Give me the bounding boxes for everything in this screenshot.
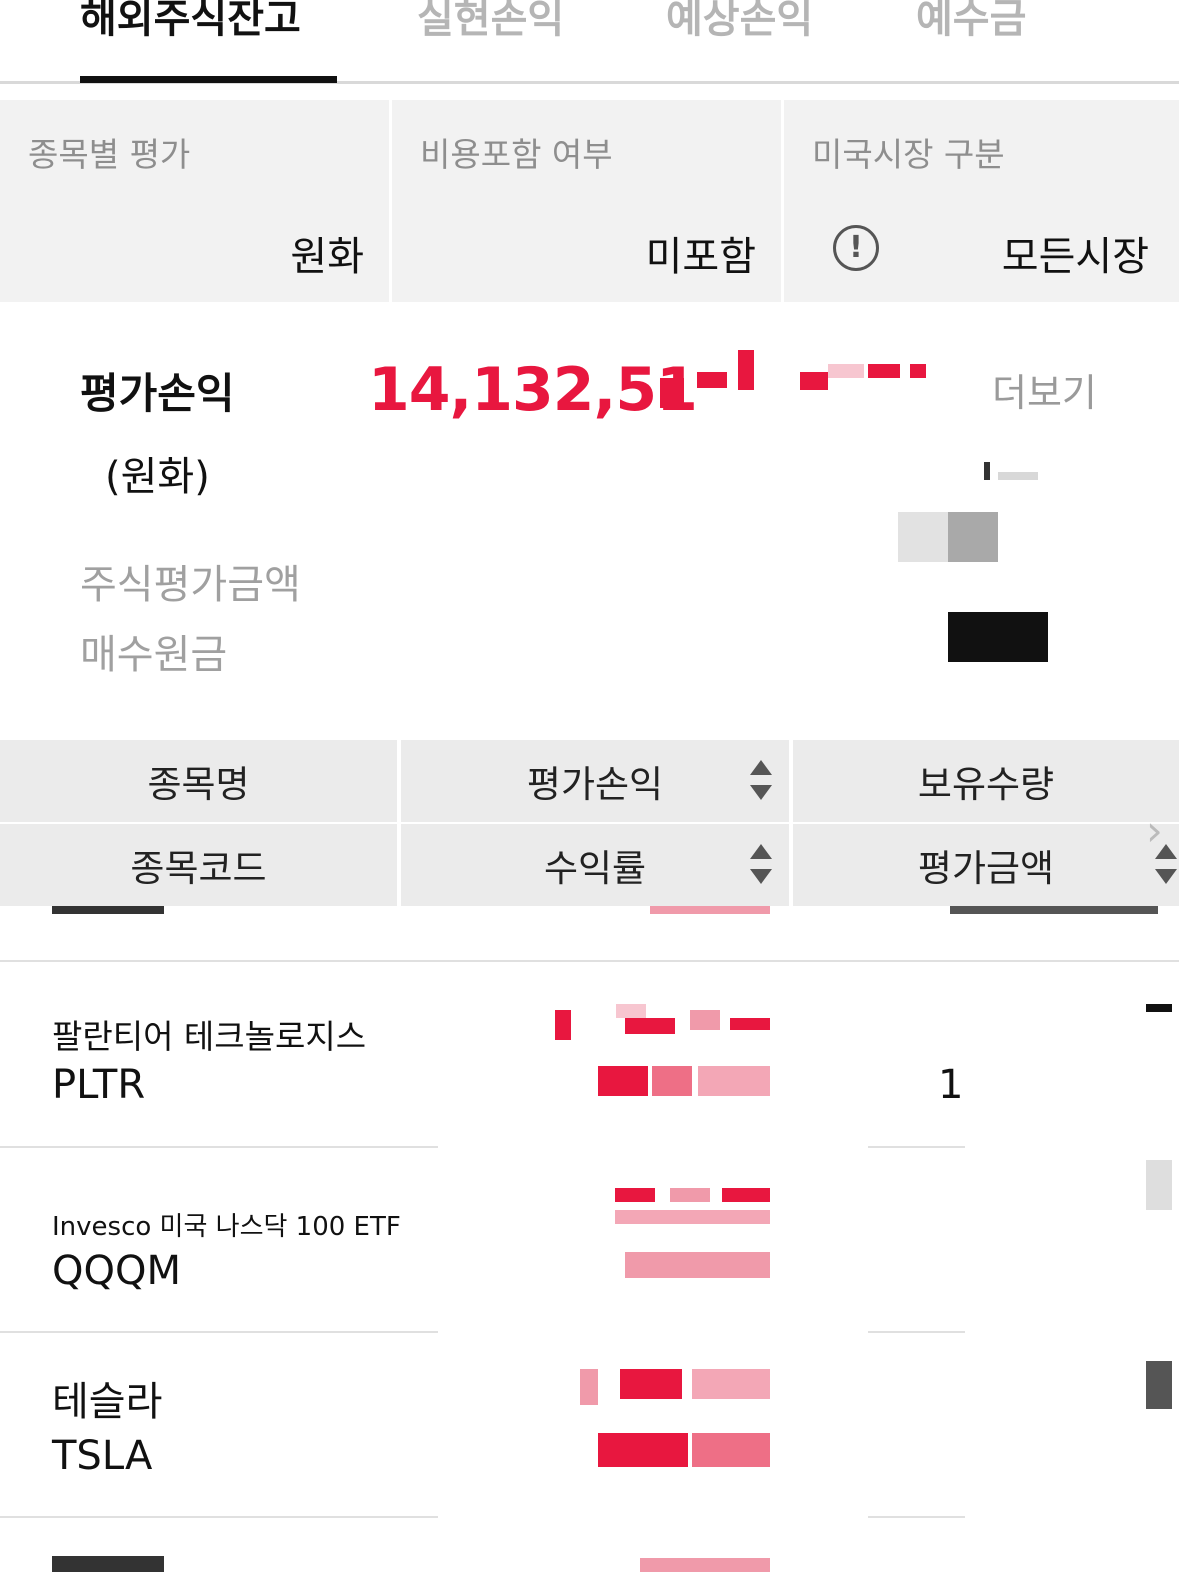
info-icon[interactable]: ! <box>833 225 879 271</box>
stock-code: TSLA <box>52 1433 153 1479</box>
redaction-block <box>948 512 998 562</box>
stock-name: Invesco 미국 나스닥 100 ETF <box>52 1212 401 1242</box>
filter-label: 종목별 평가 <box>28 135 191 174</box>
more-link[interactable]: 더보기 <box>992 362 1097 417</box>
redaction-block <box>598 1433 688 1467</box>
clipped-row-text <box>52 906 164 914</box>
us-market-filter[interactable]: 미국시장 구분 ! 모든시장 <box>784 100 1179 302</box>
tab-deposit[interactable]: 예수금 <box>916 0 1026 44</box>
redaction-block <box>670 1188 710 1202</box>
tab-bar: 해외주식잔고 실현손익 예상손익 예수금 <box>0 0 1179 84</box>
clipped-row-text <box>52 1556 164 1572</box>
valuation-currency-filter[interactable]: 종목별 평가 원화 <box>0 100 389 302</box>
tab-overseas-balance[interactable]: 해외주식잔고 <box>80 0 301 44</box>
pl-value: 14,132,51 <box>368 355 698 425</box>
redaction-block <box>800 372 828 390</box>
redaction-block <box>828 364 864 378</box>
stock-name: 팔란티어 테크놀로지스 <box>52 1017 367 1056</box>
redaction-block <box>625 1252 770 1278</box>
pl-currency-unit: (원화) <box>105 454 210 500</box>
col-header-eval-amount[interactable]: 평가금액 <box>793 824 1179 906</box>
redaction-block <box>910 364 926 378</box>
sort-icon[interactable] <box>750 760 772 800</box>
chevron-right-icon[interactable]: › <box>1146 806 1163 855</box>
redaction-block <box>722 1188 770 1202</box>
col-header-quantity: 보유수량 <box>793 740 1179 822</box>
redaction-block <box>998 472 1038 480</box>
redaction-block <box>625 1018 675 1034</box>
redaction-block <box>692 1433 770 1467</box>
redaction-block <box>1146 1361 1172 1409</box>
stock-code: PLTR <box>52 1062 146 1108</box>
filter-row: 종목별 평가 원화 비용포함 여부 미포함 미국시장 구분 ! 모든시장 <box>0 100 1179 302</box>
clipped-row-text <box>640 1558 770 1572</box>
stock-name: 테슬라 <box>52 1379 163 1425</box>
redaction-block <box>698 1066 770 1096</box>
redaction-block <box>984 462 990 480</box>
active-tab-indicator <box>80 76 337 83</box>
redaction-block <box>580 1369 598 1405</box>
col-header-eval-pl[interactable]: 평가손익 <box>401 740 789 822</box>
row-divider <box>868 1516 965 1518</box>
filter-value: 미포함 <box>645 234 756 280</box>
filter-value: 원화 <box>290 234 364 280</box>
redaction-block <box>730 1018 770 1030</box>
fee-inclusion-filter[interactable]: 비용포함 여부 미포함 <box>392 100 781 302</box>
redaction-block <box>555 1010 571 1040</box>
row-divider <box>0 1516 438 1518</box>
table-header: 종목명 평가손익 보유수량 종목코드 수익률 평가금액 <box>0 740 1179 906</box>
table-row[interactable]: 테슬라 TSLA <box>0 1333 1179 1519</box>
redaction-block <box>620 1369 682 1399</box>
col-header-return-rate[interactable]: 수익률 <box>401 824 789 906</box>
stock-valuation-label: 주식평가금액 <box>80 562 301 608</box>
redaction-block <box>1146 1160 1172 1210</box>
filter-label: 비용포함 여부 <box>420 135 613 174</box>
redaction-block <box>868 364 900 378</box>
redaction-block <box>738 350 754 390</box>
col-header-stock-name: 종목명 <box>0 740 397 822</box>
redaction-block <box>615 1188 655 1202</box>
redaction-block <box>690 1010 720 1030</box>
clipped-row-text <box>650 906 770 914</box>
clipped-row-text <box>950 906 1158 914</box>
table-row[interactable]: 팔란티어 테크놀로지스 PLTR 1 <box>0 962 1179 1148</box>
redaction-block <box>697 372 727 388</box>
table-row[interactable]: Invesco 미국 나스닥 100 ETF QQQM <box>0 1148 1179 1334</box>
purchase-principal-label: 매수원금 <box>80 632 228 678</box>
redaction-block <box>898 512 948 562</box>
holding-quantity: 1 <box>938 1062 964 1108</box>
redaction-block <box>1146 1004 1172 1012</box>
redaction-block <box>598 1066 648 1096</box>
filter-label: 미국시장 구분 <box>812 135 1005 174</box>
pl-title: 평가손익 <box>80 369 235 418</box>
stock-code: QQQM <box>52 1248 181 1294</box>
redaction-block <box>615 1210 770 1224</box>
redaction-block <box>660 378 684 408</box>
redaction-block <box>616 1004 646 1018</box>
redaction-block <box>652 1066 692 1096</box>
redaction-block <box>692 1369 770 1399</box>
col-header-stock-code: 종목코드 <box>0 824 397 906</box>
redaction-block <box>948 612 1048 662</box>
filter-value: 모든시장 <box>1001 234 1149 280</box>
tab-realized-pl[interactable]: 실현손익 <box>417 0 564 44</box>
tab-expected-pl[interactable]: 예상손익 <box>666 0 813 44</box>
sort-icon[interactable] <box>750 844 772 884</box>
